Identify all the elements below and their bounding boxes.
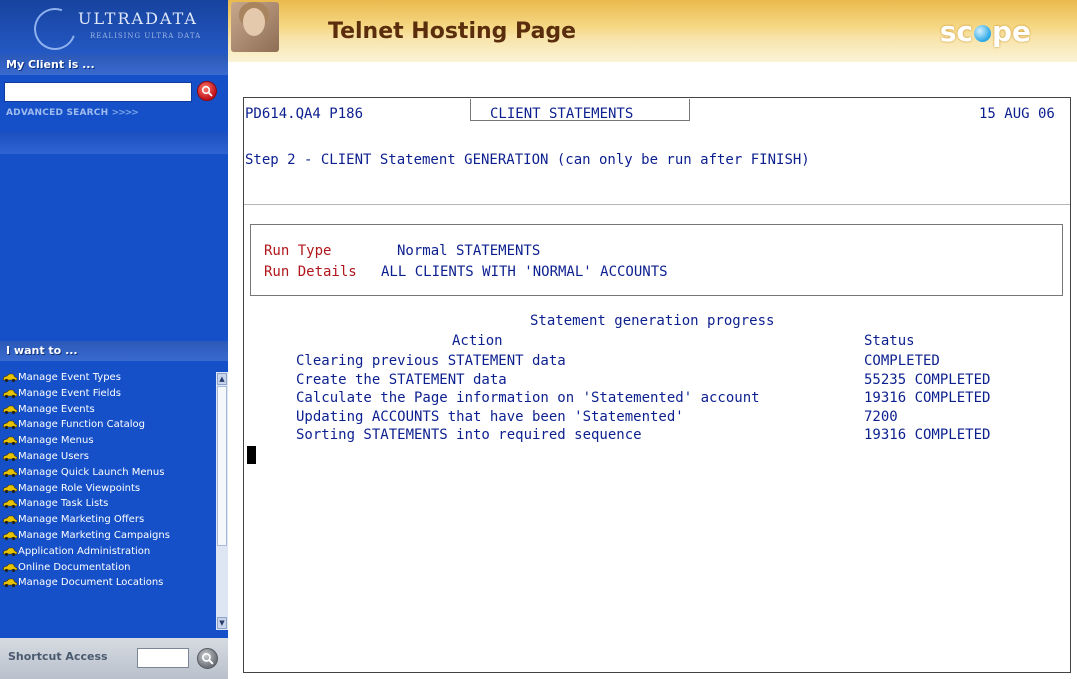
- menu-item[interactable]: Manage Event Fields: [0, 388, 216, 399]
- advanced-search-link[interactable]: ADVANCED SEARCH >>>>: [6, 108, 139, 118]
- scope-logo: sc pe: [940, 15, 1031, 48]
- logo-text: ULTRADATA: [78, 9, 198, 28]
- scope-logo-dot-icon: [973, 25, 991, 42]
- progress-row-action: Clearing previous STATEMENT data: [296, 353, 566, 369]
- menu-item[interactable]: Manage Document Locations: [0, 577, 216, 588]
- screen-title: CLIENT STATEMENTS: [490, 106, 634, 122]
- run-type-value: Normal STATEMENTS: [397, 243, 541, 259]
- menu-item-car-icon: [2, 547, 18, 556]
- shortcut-access-input[interactable]: [137, 648, 189, 668]
- i-want-to-header: I want to ...: [0, 341, 228, 361]
- progress-row-action: Create the STATEMENT data: [296, 372, 507, 388]
- menu-item-car-icon: [2, 515, 18, 525]
- logo-swoosh-icon: [27, 1, 83, 57]
- client-search-input[interactable]: [4, 82, 192, 102]
- sidebar-divider: [0, 132, 228, 154]
- progress-row-status: COMPLETED: [864, 353, 940, 369]
- menu-item[interactable]: Application Administration: [0, 546, 216, 557]
- top-banner: Telnet Hosting Page sc pe: [228, 0, 1077, 62]
- shortcut-access-label: Shortcut Access: [8, 650, 108, 663]
- menu-item-label: Manage Role Viewpoints: [18, 482, 141, 494]
- menu-item-label: Manage Marketing Campaigns: [18, 529, 170, 541]
- search-icon: [201, 652, 214, 665]
- page-title: Telnet Hosting Page: [328, 19, 577, 44]
- search-icon: [201, 85, 213, 97]
- progress-title: Statement generation progress: [530, 313, 775, 329]
- separator-line: [244, 204, 1070, 205]
- ultradata-logo: ULTRADATA REALISING ULTRA DATA: [0, 0, 228, 57]
- menu-item-car-icon: [2, 373, 18, 383]
- progress-row-action: Sorting STATEMENTS into required sequenc…: [296, 427, 642, 443]
- action-column-header: Action: [452, 333, 503, 349]
- advanced-search-arrows-icon: >>>>: [111, 108, 139, 118]
- menu-item-label: Manage Quick Launch Menus: [18, 466, 165, 478]
- search-button[interactable]: [197, 81, 217, 101]
- menu-item[interactable]: Manage Function Catalog: [0, 419, 216, 430]
- advanced-search-label: ADVANCED SEARCH: [6, 108, 109, 118]
- menu-item[interactable]: Manage Users: [0, 451, 216, 462]
- screen-id: PD614.QA4 P186: [245, 106, 364, 122]
- menu-item-car-icon: [2, 389, 18, 398]
- menu-item-car-icon: [2, 484, 18, 493]
- progress-row-status: 19316 COMPLETED: [864, 427, 991, 443]
- menu-item-label: Application Administration: [18, 545, 151, 557]
- menu-item[interactable]: Manage Events: [0, 404, 216, 415]
- menu-item[interactable]: Manage Event Types: [0, 372, 216, 383]
- menu-item[interactable]: Manage Task Lists: [0, 498, 216, 509]
- menu-item-label: Manage Task Lists: [18, 498, 109, 510]
- menu-item-car-icon: [2, 468, 18, 477]
- progress-row-status: 55235 COMPLETED: [864, 372, 991, 388]
- menu-item-car-icon: [2, 452, 18, 462]
- step-description: Step 2 - CLIENT Statement GENERATION (ca…: [245, 152, 810, 168]
- menu-item[interactable]: Manage Role Viewpoints: [0, 483, 216, 494]
- banner-person-photo: [231, 2, 279, 52]
- menu-item-car-icon: [2, 436, 18, 446]
- menu-item-label: Manage Event Fields: [18, 387, 122, 399]
- run-info-box: [250, 224, 1063, 296]
- logo-tagline: REALISING ULTRA DATA: [90, 32, 202, 40]
- menu-item-car-icon: [2, 579, 18, 588]
- menu-item-label: Manage Document Locations: [18, 577, 164, 589]
- progress-row-status: 19316 COMPLETED: [864, 390, 991, 406]
- menu-item[interactable]: Manage Marketing Offers: [0, 514, 216, 525]
- my-client-header: My Client is ...: [0, 55, 228, 75]
- status-column-header: Status: [864, 333, 915, 349]
- menu-item-label: Manage Marketing Offers: [18, 514, 145, 526]
- progress-row-action: Updating ACCOUNTS that have been 'Statem…: [296, 409, 684, 425]
- menu-item-car-icon: [2, 531, 18, 541]
- telnet-terminal[interactable]: PD614.QA4 P186 CLIENT STATEMENTS 15 AUG …: [243, 97, 1071, 673]
- sidebar: ULTRADATA REALISING ULTRA DATA My Client…: [0, 0, 228, 679]
- menu-item-car-icon: [2, 405, 18, 414]
- menu-item-label: Manage Function Catalog: [18, 419, 146, 431]
- run-details-value: ALL CLIENTS WITH 'NORMAL' ACCOUNTS: [381, 264, 668, 280]
- menu-item-label: Manage Users: [18, 450, 89, 462]
- menu-item-label: Manage Event Types: [18, 372, 121, 383]
- menu-item-car-icon: [2, 421, 18, 430]
- run-details-label: Run Details: [264, 264, 357, 280]
- scroll-thumb[interactable]: [217, 386, 227, 546]
- menu-item-label: Manage Menus: [18, 435, 94, 447]
- run-type-label: Run Type: [264, 243, 332, 259]
- scope-logo-text-end: pe: [991, 15, 1031, 48]
- menu-item-label: Manage Events: [18, 403, 95, 415]
- i-want-to-menu: Manage Event Types Manage Event Fields Man…: [0, 372, 216, 630]
- menu-item[interactable]: Manage Marketing Campaigns: [0, 530, 216, 541]
- scope-logo-text-start: sc: [939, 15, 973, 48]
- progress-row-action: Calculate the Page information on 'State…: [296, 390, 760, 406]
- menu-item-label: Online Documentation: [18, 561, 131, 573]
- menu-item-car-icon: [2, 563, 18, 572]
- shortcut-go-button[interactable]: [197, 648, 218, 669]
- menu-item[interactable]: Manage Quick Launch Menus: [0, 467, 216, 478]
- menu-item[interactable]: Online Documentation: [0, 562, 216, 573]
- terminal-cursor: [247, 446, 256, 464]
- menu-item[interactable]: Manage Menus: [0, 435, 216, 446]
- screen-date: 15 AUG 06: [979, 106, 1055, 122]
- menu-scrollbar[interactable]: ▲ ▼: [216, 372, 228, 630]
- scroll-down-arrow-icon[interactable]: ▼: [217, 617, 227, 629]
- scroll-up-arrow-icon[interactable]: ▲: [217, 373, 227, 385]
- shortcut-access-bar: Shortcut Access: [0, 638, 228, 679]
- menu-item-car-icon: [2, 500, 18, 509]
- progress-row-status: 7200: [864, 409, 898, 425]
